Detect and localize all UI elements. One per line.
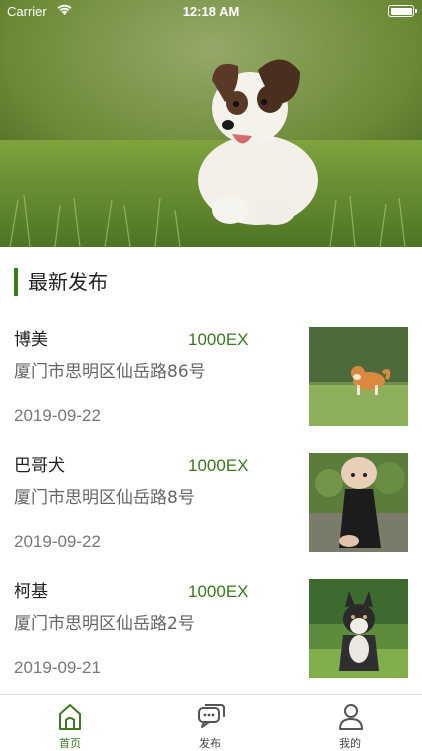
- home-icon: [59, 704, 81, 730]
- section-header: 最新发布: [0, 262, 422, 302]
- item-date: 2019-09-22: [14, 532, 101, 551]
- item-date: 2019-09-21: [14, 658, 101, 677]
- tab-label: 首页: [59, 737, 81, 750]
- tab-profile[interactable]: 我的: [280, 695, 420, 751]
- item-thumbnail[interactable]: [309, 579, 408, 678]
- item-address: 厦门市思明区仙岳路86号: [14, 362, 206, 382]
- tab-bar: 首页 发布 我的: [0, 694, 422, 751]
- list-item[interactable]: 博美 1000EX 厦门市思明区仙岳路86号 2019-09-22: [0, 327, 422, 438]
- item-thumbnail[interactable]: [309, 327, 408, 426]
- item-address: 厦门市思明区仙岳路8号: [14, 488, 195, 508]
- hero-image: [0, 0, 422, 247]
- tab-home[interactable]: 首页: [0, 695, 140, 751]
- item-name: 柯基: [14, 582, 48, 602]
- tab-publish[interactable]: 发布: [140, 695, 280, 751]
- chat-icon: [198, 704, 225, 728]
- shiba-photo: [309, 327, 408, 426]
- item-thumbnail[interactable]: [309, 453, 408, 552]
- poodle-photo: [309, 453, 408, 552]
- list-item[interactable]: 巴哥犬 1000EX 厦门市思明区仙岳路8号 2019-09-22: [0, 453, 422, 564]
- item-name: 巴哥犬: [14, 456, 65, 476]
- hero-banner: Carrier 12:18 AM: [0, 0, 422, 247]
- tab-label: 我的: [339, 737, 361, 750]
- malamute-photo: [309, 579, 408, 678]
- list-item[interactable]: 柯基 1000EX 厦门市思明区仙岳路2号 2019-09-21: [0, 579, 422, 690]
- item-price: 1000EX: [188, 582, 249, 601]
- item-price: 1000EX: [188, 330, 249, 349]
- item-price: 1000EX: [188, 456, 249, 475]
- tab-label: 发布: [199, 737, 221, 750]
- status-bar: Carrier 12:18 AM: [0, 0, 422, 24]
- status-time: 12:18 AM: [182, 4, 240, 19]
- section-accent-bar: [14, 268, 18, 296]
- item-address: 厦门市思明区仙岳路2号: [14, 614, 195, 634]
- battery-icon: [388, 5, 417, 17]
- item-name: 博美: [14, 330, 48, 350]
- item-date: 2019-09-22: [14, 406, 101, 425]
- section-title: 最新发布: [28, 270, 108, 294]
- user-icon: [339, 704, 363, 730]
